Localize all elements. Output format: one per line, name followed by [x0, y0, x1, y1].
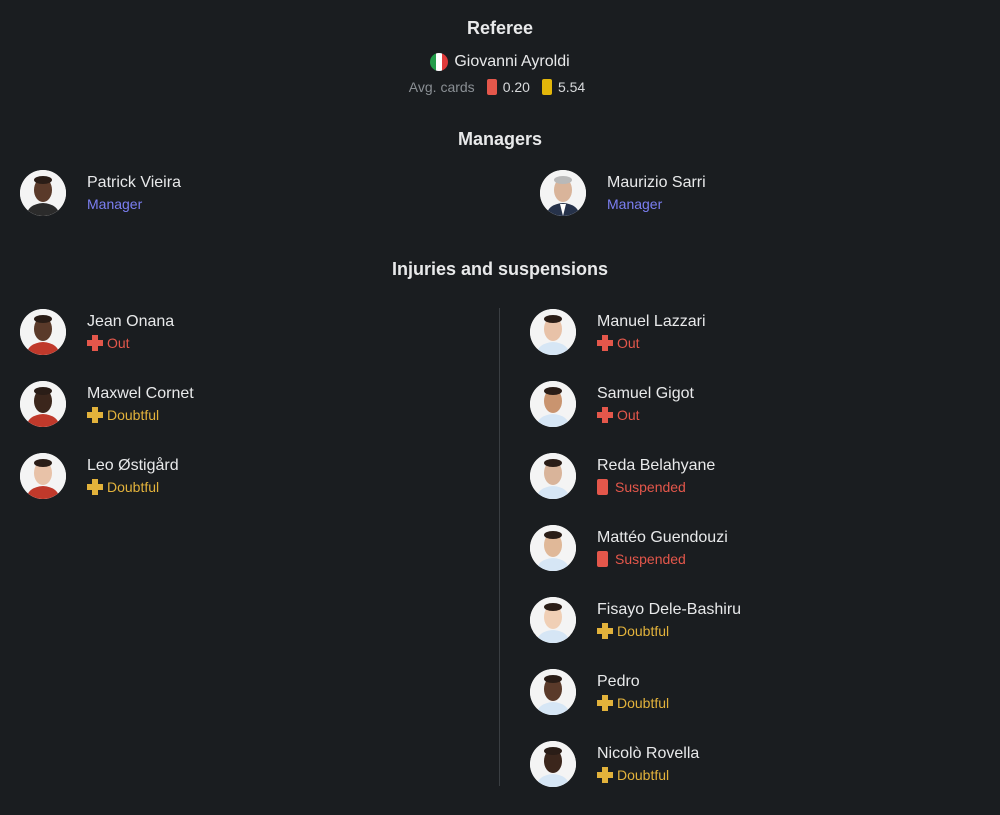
avg-cards-label: Avg. cards: [408, 79, 475, 95]
status-label: Out: [617, 335, 640, 351]
injury-item[interactable]: Jean Onana Out: [20, 309, 174, 355]
injury-out-icon: [597, 335, 613, 351]
player-name: Reda Belahyane: [597, 457, 716, 474]
injury-item[interactable]: Manuel Lazzari Out: [530, 309, 706, 355]
managers-title: Managers: [457, 129, 543, 149]
player-name: Manuel Lazzari: [597, 313, 706, 330]
manager-role: Manager: [607, 196, 663, 212]
yellow-card-icon: [541, 79, 552, 95]
yellow-card-average: 5.54: [557, 79, 586, 95]
avatar: [540, 170, 586, 216]
status-label: Doubtful: [107, 479, 160, 495]
manager-name: Maurizio Sarri: [607, 174, 706, 191]
injury-item[interactable]: Reda Belahyane Suspended: [530, 453, 715, 499]
injury-item[interactable]: Samuel Gigot Out: [530, 381, 694, 427]
status-label: Suspended: [615, 551, 686, 567]
injuries-title: Injuries and suspensions: [391, 259, 609, 279]
column-divider: [499, 308, 500, 786]
avatar: [530, 309, 576, 355]
player-name: Pedro: [597, 673, 640, 690]
status: Doubtful: [597, 693, 669, 713]
avg-cards-row: Avg. cards 0.20 5.54: [0, 77, 1000, 97]
injury-doubtful-icon: [87, 407, 103, 423]
red-card-icon: [486, 79, 497, 95]
avatar: [20, 170, 66, 216]
injury-item[interactable]: Mattéo Guendouzi Suspended: [530, 525, 728, 571]
injury-item[interactable]: Maxwel Cornet Doubtful: [20, 381, 194, 427]
status-label: Doubtful: [617, 623, 670, 639]
player-name: Jean Onana: [87, 313, 175, 330]
status-label: Out: [617, 407, 640, 423]
avatar: [530, 741, 576, 787]
away-manager[interactable]: Maurizio Sarri Manager: [540, 170, 706, 216]
status-label: Doubtful: [617, 767, 670, 783]
status: Doubtful: [87, 405, 194, 425]
player-name: Fisayo Dele-Bashiru: [597, 601, 742, 618]
injury-out-icon: [87, 335, 103, 351]
referee-name[interactable]: Giovanni Ayroldi: [454, 53, 569, 71]
italy-flag-icon: [430, 53, 449, 71]
status: Out: [597, 405, 694, 425]
injury-item[interactable]: Pedro Doubtful: [530, 669, 669, 715]
player-name: Leo Østigård: [87, 457, 179, 474]
status-label: Doubtful: [617, 695, 670, 711]
status: Doubtful: [87, 477, 179, 497]
player-name: Maxwel Cornet: [87, 385, 194, 402]
injury-item[interactable]: Leo Østigård Doubtful: [20, 453, 179, 499]
avatar: [530, 597, 576, 643]
player-name: Mattéo Guendouzi: [597, 529, 728, 546]
injury-doubtful-icon: [597, 695, 613, 711]
player-name: Samuel Gigot: [597, 385, 694, 402]
status: Doubtful: [597, 621, 741, 641]
status: Out: [597, 333, 706, 353]
injury-item[interactable]: Fisayo Dele-Bashiru Doubtful: [530, 597, 741, 643]
status: Out: [87, 333, 174, 353]
avatar: [530, 453, 576, 499]
red-card-average: 0.20: [502, 79, 530, 95]
avatar: [20, 453, 66, 499]
manager-name: Patrick Vieira: [87, 174, 181, 191]
referee-row: Giovanni Ayroldi: [0, 51, 1000, 73]
injury-item[interactable]: Nicolò Rovella Doubtful: [530, 741, 699, 787]
status-label: Doubtful: [107, 407, 160, 423]
status: Suspended: [597, 549, 728, 569]
red-card-icon: [597, 479, 608, 495]
injury-doubtful-icon: [87, 479, 103, 495]
status: Doubtful: [597, 765, 699, 785]
referee-title: Referee: [466, 18, 534, 38]
avatar: [20, 381, 66, 427]
injury-doubtful-icon: [597, 767, 613, 783]
avatar: [530, 381, 576, 427]
injury-out-icon: [597, 407, 613, 423]
avatar: [20, 309, 66, 355]
status-label: Suspended: [615, 479, 686, 495]
status: Suspended: [597, 477, 715, 497]
status-label: Out: [107, 335, 130, 351]
injury-doubtful-icon: [597, 623, 613, 639]
home-manager[interactable]: Patrick Vieira Manager: [20, 170, 181, 216]
player-name: Nicolò Rovella: [597, 745, 700, 762]
red-card-icon: [597, 551, 608, 567]
avatar: [530, 669, 576, 715]
manager-role: Manager: [87, 196, 143, 212]
avatar: [530, 525, 576, 571]
